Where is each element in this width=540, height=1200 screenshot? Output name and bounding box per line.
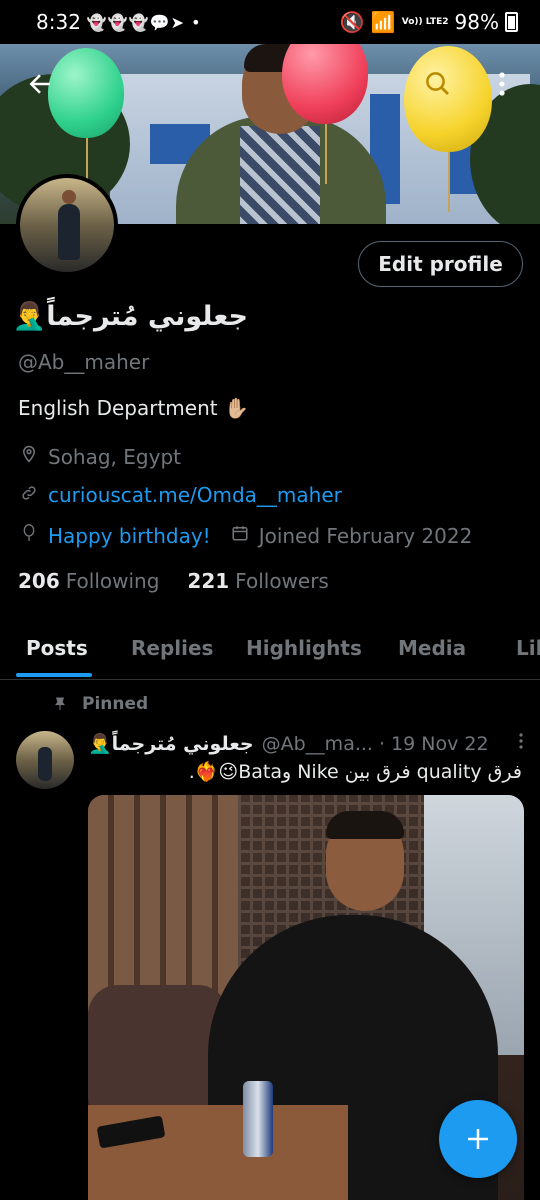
- location-text: Sohag, Egypt: [48, 444, 181, 469]
- birthday-joined-row: Happy birthday! Joined February 2022: [18, 523, 472, 548]
- more-options-button[interactable]: [482, 64, 522, 104]
- pin-icon: [55, 697, 65, 710]
- tweet-header: جعلوني مُترجماً🤦‍♂️ @Ab__ma... · 19 Nov …: [88, 732, 524, 755]
- follow-stats: 206 Following 221 Followers: [18, 569, 329, 593]
- vertical-ellipsis-icon: [499, 72, 505, 96]
- tweet-avatar[interactable]: [16, 731, 74, 789]
- location-row: Sohag, Egypt: [18, 444, 181, 469]
- link-icon: [18, 484, 40, 507]
- edit-profile-button[interactable]: Edit profile: [358, 241, 523, 287]
- mute-icon: 🔇: [339, 10, 365, 34]
- battery-icon: [505, 12, 518, 32]
- birthday-link[interactable]: Happy birthday!: [48, 524, 211, 548]
- tab-replies[interactable]: Replies: [131, 636, 213, 660]
- tab-media[interactable]: Media: [398, 636, 466, 660]
- website-row: curiouscat.me/Omda__maher: [18, 483, 342, 507]
- following-count[interactable]: 206: [18, 569, 60, 593]
- profile-avatar[interactable]: [16, 174, 118, 276]
- user-handle: @Ab__maher: [18, 350, 150, 374]
- tweet-text: فرق quality فرق بين Nike وBata😉❤️‍🔥.: [188, 761, 522, 783]
- profile-tabs: Posts Replies Highlights Media Lik: [0, 620, 540, 680]
- bio-text: English Department ✋🏼: [18, 396, 249, 420]
- followers-label[interactable]: Followers: [235, 569, 329, 593]
- back-button[interactable]: [20, 64, 60, 104]
- display-name: جعلوني مُترجماً🤦‍♂️: [12, 301, 248, 332]
- location-pin-icon: [18, 444, 40, 469]
- following-label[interactable]: Following: [66, 569, 160, 593]
- tweet-date[interactable]: · 19 Nov 22: [379, 733, 489, 755]
- arrow-left-icon: [29, 74, 50, 94]
- clock: 8:32: [36, 10, 81, 34]
- tab-posts[interactable]: Posts: [26, 636, 88, 660]
- tweet-author-name[interactable]: جعلوني مُترجماً🤦‍♂️: [88, 732, 254, 755]
- active-tab-indicator: [16, 673, 92, 677]
- followers-count[interactable]: 221: [187, 569, 229, 593]
- tweet-author-handle[interactable]: @Ab__ma...: [262, 733, 373, 755]
- compose-button[interactable]: [439, 1100, 517, 1178]
- pinned-label-row: Pinned: [52, 694, 148, 714]
- joined-date: Joined February 2022: [258, 523, 473, 548]
- search-icon: [426, 72, 449, 95]
- tab-highlights[interactable]: Highlights: [246, 636, 362, 660]
- status-bar-left: 8:32 👻👻👻💬➤ •: [36, 10, 202, 34]
- status-bar-right: 🔇 📶 Vo)) LTE2 98%: [340, 10, 518, 34]
- battery-text: 98%: [454, 10, 499, 34]
- tab-likes[interactable]: Lik: [516, 636, 540, 660]
- calendar-icon: [229, 524, 251, 547]
- pinned-label: Pinned: [82, 694, 149, 714]
- volte-indicator: Vo)) LTE2: [401, 17, 449, 27]
- tweet-more-button[interactable]: [518, 732, 524, 755]
- search-button[interactable]: [418, 64, 458, 104]
- wifi-icon: 📶: [370, 10, 396, 34]
- status-bar: 8:32 👻👻👻💬➤ • 🔇 📶 Vo)) LTE2 98%: [0, 0, 540, 44]
- green-balloon-icon: [48, 48, 124, 218]
- website-link[interactable]: curiouscat.me/Omda__maher: [48, 483, 342, 507]
- notification-icons: 👻👻👻💬➤ •: [86, 12, 202, 32]
- plus-icon: [468, 1129, 488, 1149]
- vertical-ellipsis-icon: [519, 733, 523, 749]
- balloon-icon: [18, 523, 40, 548]
